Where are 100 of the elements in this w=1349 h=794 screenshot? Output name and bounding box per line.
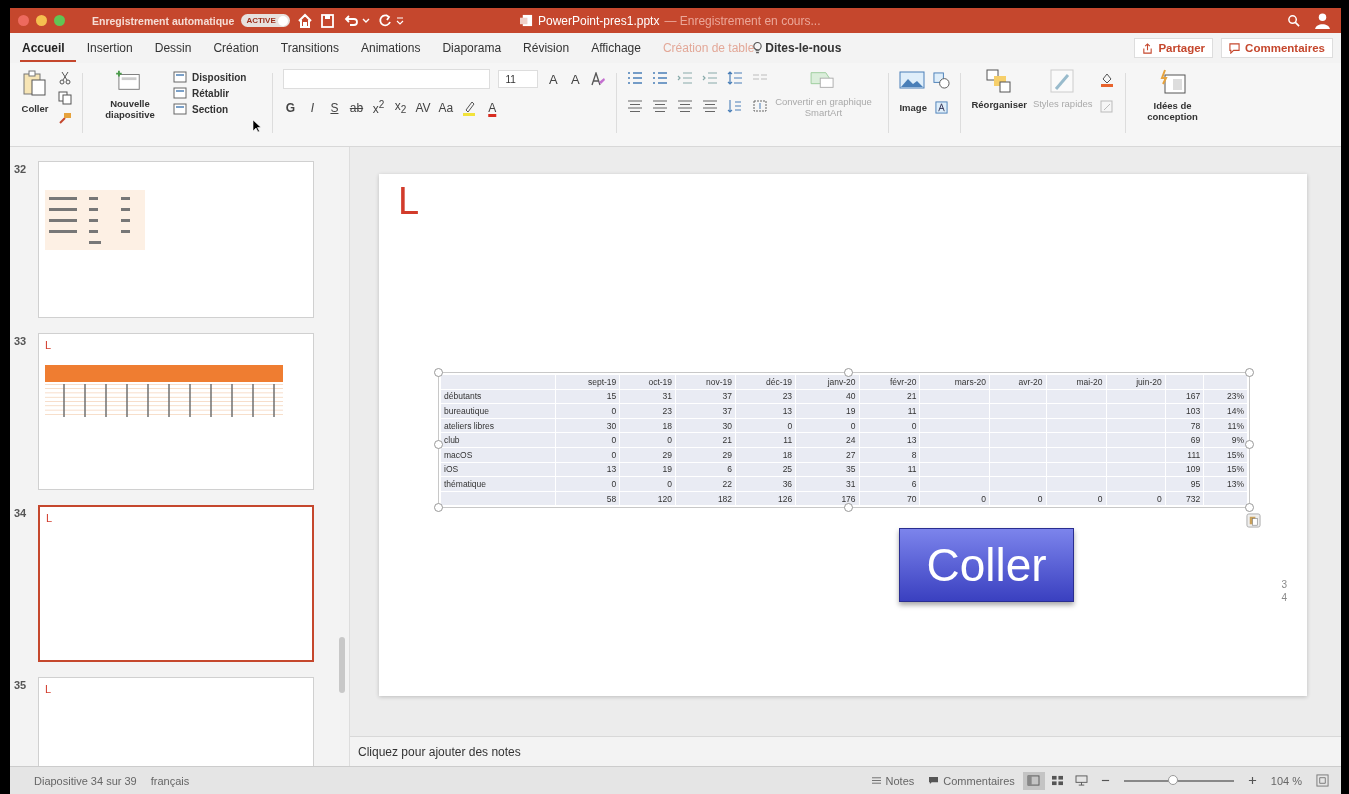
table-cell: 126 bbox=[735, 491, 796, 506]
normal-view-button[interactable] bbox=[1022, 771, 1045, 790]
format-painter-icon[interactable] bbox=[58, 111, 72, 125]
thumbnail-title: L bbox=[46, 512, 53, 524]
arrange-button[interactable]: Réorganiser bbox=[971, 69, 1027, 110]
new-slide-button[interactable]: Nouvelle diapositive bbox=[93, 69, 167, 121]
paste-button[interactable]: Coller bbox=[18, 69, 52, 114]
slide-thumbnail[interactable] bbox=[38, 161, 314, 318]
search-icon[interactable] bbox=[1287, 14, 1300, 27]
line-spacing-icon[interactable] bbox=[727, 71, 744, 85]
clear-formatting-icon[interactable] bbox=[590, 72, 607, 86]
design-ideas-button[interactable]: Idées de conception bbox=[1135, 69, 1210, 123]
list-icon[interactable] bbox=[652, 71, 669, 85]
paste-button[interactable]: Coller bbox=[899, 528, 1074, 603]
table-cell: 0 bbox=[555, 403, 620, 419]
ribbon-tab[interactable]: Insertion bbox=[75, 34, 144, 62]
zoom-button[interactable] bbox=[54, 15, 65, 26]
cut-icon[interactable] bbox=[58, 71, 72, 85]
font-size-button[interactable]: A bbox=[546, 71, 561, 87]
fit-to-window-icon[interactable] bbox=[1316, 774, 1329, 787]
autosave-toggle[interactable]: ACTIVE bbox=[241, 14, 290, 27]
table-cell: 0 bbox=[619, 432, 676, 448]
slide-command[interactable]: Section bbox=[173, 103, 229, 115]
format-button[interactable]: x$_{2}$ bbox=[393, 99, 408, 116]
align-icon[interactable] bbox=[677, 99, 694, 113]
undo-icon[interactable] bbox=[342, 12, 359, 29]
comments-button[interactable]: Commentaires bbox=[1221, 38, 1333, 58]
list-icon[interactable] bbox=[627, 71, 644, 85]
format-button[interactable]: G bbox=[283, 100, 298, 115]
slide-thumbnail[interactable]: L bbox=[38, 333, 314, 490]
ribbon-tab[interactable]: Création bbox=[202, 34, 270, 62]
customize-icon[interactable] bbox=[395, 16, 404, 25]
zoom-in-icon[interactable] bbox=[1247, 776, 1257, 785]
paste-options-icon[interactable] bbox=[1246, 513, 1261, 529]
user-icon[interactable] bbox=[1314, 12, 1331, 29]
selection-handle[interactable] bbox=[434, 440, 443, 450]
selection-handle[interactable] bbox=[434, 503, 443, 513]
format-button[interactable]: AV bbox=[415, 100, 431, 115]
selection-handle[interactable] bbox=[1245, 440, 1254, 450]
font-size-button[interactable]: A bbox=[568, 71, 583, 87]
ribbon-tab[interactable]: Diaporama bbox=[431, 34, 513, 62]
scrollbar[interactable] bbox=[339, 637, 345, 693]
slide-thumbnail[interactable]: L bbox=[38, 505, 314, 662]
ribbon-tab[interactable]: Révision bbox=[512, 34, 581, 62]
text-direction-icon[interactable] bbox=[727, 99, 744, 113]
text-box-icon[interactable] bbox=[934, 101, 948, 114]
format-button[interactable]: I bbox=[305, 100, 320, 115]
save-icon[interactable] bbox=[319, 12, 336, 29]
shapes-icon[interactable] bbox=[933, 71, 951, 89]
selection-handle[interactable] bbox=[844, 503, 853, 513]
align-text-icon[interactable] bbox=[752, 99, 769, 113]
table-cell: 21 bbox=[859, 389, 920, 404]
table-cell: 23 bbox=[619, 403, 676, 419]
format-button[interactable]: Aa bbox=[438, 100, 454, 115]
table-cell: 23 bbox=[735, 389, 796, 404]
format-button[interactable]: x$^{2}$ bbox=[371, 99, 386, 116]
font-size-field[interactable]: 11 bbox=[498, 70, 539, 88]
ribbon-tab[interactable]: Transitions bbox=[269, 34, 350, 62]
selection-handle[interactable] bbox=[1245, 503, 1254, 513]
zoom-level[interactable]: 104 % bbox=[1270, 774, 1302, 787]
row-label: macOS bbox=[440, 447, 556, 463]
total-cell: 111 bbox=[1165, 447, 1204, 463]
minimize-button[interactable] bbox=[36, 15, 47, 26]
slide-command[interactable]: Disposition bbox=[173, 71, 247, 83]
slide-command[interactable]: Rétablir bbox=[173, 87, 230, 99]
align-icon[interactable] bbox=[702, 99, 719, 113]
slide-position: Diapositive 34 sur 39 bbox=[34, 774, 137, 787]
fill-icon[interactable] bbox=[1098, 71, 1115, 87]
font-color-button[interactable]: A bbox=[485, 100, 500, 115]
share-button[interactable]: Partager bbox=[1134, 38, 1214, 58]
notes-field[interactable]: Cliquez pour ajouter des notes bbox=[350, 736, 1341, 766]
table-cell: 0 bbox=[795, 418, 860, 433]
column-header: oct-19 bbox=[619, 374, 676, 390]
presentation-icon bbox=[1075, 775, 1089, 786]
language-label[interactable]: français bbox=[150, 774, 190, 787]
image-label[interactable]: Image bbox=[899, 102, 927, 113]
redo-icon[interactable] bbox=[376, 12, 393, 29]
ribbon-tab[interactable]: Accueil bbox=[20, 34, 76, 62]
ribbon-tab[interactable]: Dessin bbox=[143, 34, 203, 62]
picture-icon[interactable] bbox=[899, 71, 926, 89]
selection-handle[interactable] bbox=[844, 368, 853, 377]
table-cell: 19 bbox=[795, 403, 860, 419]
highlight-icon[interactable] bbox=[461, 99, 478, 116]
caret-icon[interactable] bbox=[361, 16, 370, 25]
selection-handle[interactable] bbox=[434, 368, 443, 377]
table-cell: 15 bbox=[555, 389, 620, 404]
notes-button[interactable]: Notes bbox=[870, 774, 915, 787]
format-button[interactable]: S bbox=[327, 100, 342, 115]
ribbon-tab[interactable]: Affichage bbox=[580, 34, 652, 62]
tell-me-field[interactable]: Dites-le-nous bbox=[765, 41, 842, 55]
selection-handle[interactable] bbox=[1245, 368, 1254, 377]
comments-button[interactable]: Commentaires bbox=[928, 774, 1015, 787]
align-icon[interactable] bbox=[627, 99, 644, 113]
format-button[interactable]: ab bbox=[349, 100, 364, 115]
align-icon[interactable] bbox=[652, 99, 669, 113]
slide-thumbnail[interactable]: L bbox=[38, 677, 314, 766]
ribbon-tab[interactable]: Animations bbox=[350, 34, 432, 62]
copy-icon[interactable] bbox=[58, 91, 72, 105]
font-name-field[interactable] bbox=[283, 69, 491, 89]
home-icon[interactable] bbox=[296, 12, 313, 29]
